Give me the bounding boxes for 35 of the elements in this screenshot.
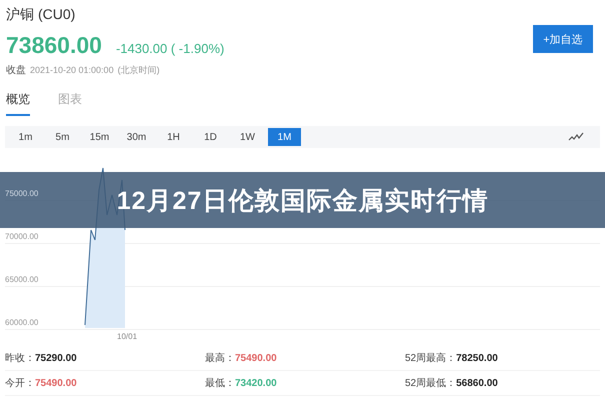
stat-value: 75490.00 (35, 378, 77, 388)
stat-label: 最高： (205, 352, 235, 365)
status-label: 收盘 (6, 64, 26, 77)
price-change: -1430.00 ( -1.90%) (116, 41, 224, 56)
period-button[interactable]: 1D (194, 128, 227, 146)
line-chart-icon[interactable] (568, 132, 584, 142)
axis-tick-label: 75000.00 (5, 189, 38, 200)
tab[interactable]: 概览 (6, 91, 30, 116)
date-label: 10/01 (116, 332, 138, 341)
stat-label: 52周最低： (405, 377, 456, 390)
axis-tick-label: 65000.00 (5, 275, 38, 286)
stat-label: 最低： (205, 377, 235, 390)
period-button[interactable]: 5m (46, 128, 79, 146)
instrument-name: 沪铜 (6, 6, 34, 24)
stat-value: 75290.00 (35, 352, 77, 364)
stat-value: 75490.00 (235, 352, 277, 364)
timezone-label: (北京时间) (118, 64, 160, 77)
stat-value: 73420.00 (235, 378, 277, 388)
axis-tick-label: 70000.00 (5, 232, 38, 243)
add-watchlist-button[interactable]: +加自选 (533, 25, 593, 53)
stat-label: 昨收： (5, 352, 35, 365)
period-button[interactable]: 30m (120, 128, 153, 146)
period-button[interactable]: 1W (231, 128, 264, 146)
last-price: 73860.00 (6, 32, 102, 59)
period-button[interactable]: 1M (268, 128, 301, 146)
stat-label: 今开： (5, 377, 35, 390)
instrument-code: (CU0) (38, 6, 76, 24)
period-button[interactable]: 1H (157, 128, 190, 146)
stat-label: 52周最高： (405, 352, 456, 365)
axis-tick-label: 60000.00 (5, 318, 38, 329)
period-button[interactable]: 15m (83, 128, 116, 146)
period-button[interactable]: 1m (9, 128, 42, 146)
stat-value: 78250.00 (456, 352, 498, 364)
timestamp: 2021-10-20 01:00:00 (30, 65, 114, 75)
stat-value: 56860.00 (456, 378, 498, 388)
